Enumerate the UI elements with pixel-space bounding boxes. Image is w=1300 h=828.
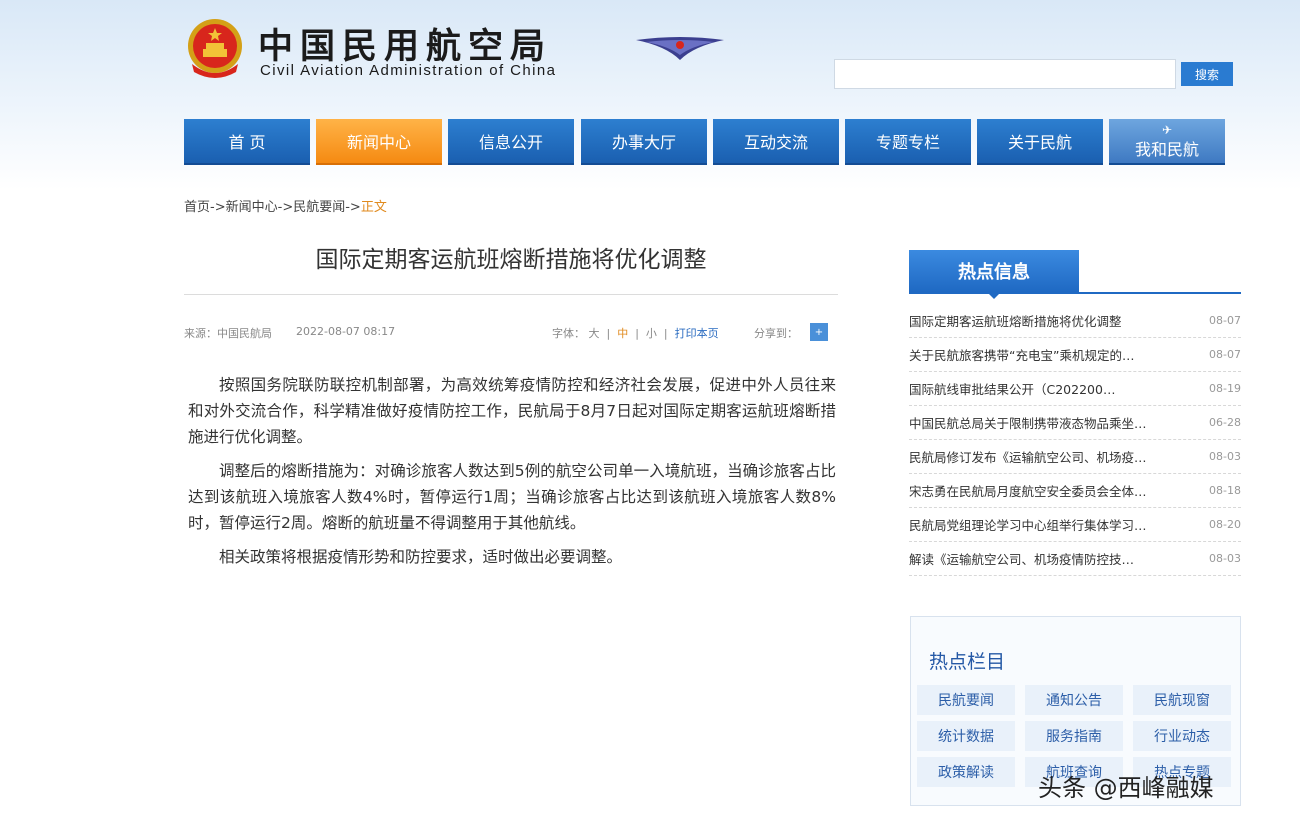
list-item[interactable]: 国际定期客运航班熔断措施将优化调整 08-07	[909, 304, 1241, 338]
hot-item-date: 08-20	[1209, 518, 1241, 531]
article-paragraph: 按照国务院联防联控机制部署，为高效统筹疫情防控和经济社会发展，促进中外人员往来和…	[188, 376, 836, 446]
breadcrumb-current: 正文	[360, 200, 387, 215]
hot-item-title[interactable]: 宋志勇在民航局月度航空安全委员会全体…	[909, 481, 1193, 500]
column-button[interactable]: 行业动态	[1133, 721, 1231, 751]
article-source: 来源：中国民航局	[184, 327, 272, 340]
column-button[interactable]: 服务指南	[1025, 721, 1123, 751]
nav-info-disclosure[interactable]: 信息公开	[448, 119, 574, 165]
nav-news-center[interactable]: 新闻中心	[316, 119, 442, 165]
column-button[interactable]: 民航要闻	[917, 685, 1015, 715]
article-date: 2022-08-07 08:17	[296, 325, 396, 338]
font-medium-button[interactable]: 中	[617, 327, 628, 340]
list-item[interactable]: 宋志勇在民航局月度航空安全委员会全体… 08-18	[909, 474, 1241, 508]
breadcrumb-section[interactable]: 民航要闻	[293, 200, 345, 215]
list-item[interactable]: 国际航线审批结果公开（C202200… 08-19	[909, 372, 1241, 406]
nav-about-caac[interactable]: 关于民航	[977, 119, 1103, 165]
list-item[interactable]: 民航局党组理论学习中心组举行集体学习… 08-20	[909, 508, 1241, 542]
nav-me-and-caac[interactable]: ✈ 我和民航	[1109, 119, 1225, 165]
column-button[interactable]: 民航现窗	[1133, 685, 1231, 715]
article-divider	[184, 294, 838, 295]
share-label: 分享到：	[754, 327, 798, 340]
column-button[interactable]: 政策解读	[917, 757, 1015, 787]
hot-item-date: 08-18	[1209, 484, 1241, 497]
hot-columns-title: 热点栏目	[929, 651, 1006, 673]
column-button[interactable]: 通知公告	[1025, 685, 1123, 715]
breadcrumb: 首页->新闻中心->民航要闻->正文	[184, 196, 387, 215]
hot-info-underline	[909, 292, 1241, 294]
column-button[interactable]: 统计数据	[917, 721, 1015, 751]
list-item[interactable]: 民航局修订发布《运输航空公司、机场疫… 08-03	[909, 440, 1241, 474]
list-item[interactable]: 中国民航总局关于限制携带液态物品乘坐… 06-28	[909, 406, 1241, 440]
hot-item-title[interactable]: 国际定期客运航班熔断措施将优化调整	[909, 311, 1193, 330]
list-item[interactable]: 关于民航旅客携带“充电宝”乘机规定的… 08-07	[909, 338, 1241, 372]
site-header: 中国民用航空局 Civil Aviation Administration of…	[0, 0, 1300, 110]
hot-item-title[interactable]: 民航局修订发布《运输航空公司、机场疫…	[909, 447, 1193, 466]
hot-item-date: 08-19	[1209, 382, 1241, 395]
hot-item-title[interactable]: 民航局党组理论学习中心组举行集体学习…	[909, 515, 1193, 534]
article-paragraph: 相关政策将根据疫情形势和防控要求，适时做出必要调整。	[219, 548, 623, 566]
font-small-button[interactable]: 小	[646, 327, 657, 340]
nav-special-topics[interactable]: 专题专栏	[845, 119, 971, 165]
hot-item-date: 08-07	[1209, 348, 1241, 361]
print-link[interactable]: 打印本页	[675, 327, 719, 340]
national-emblem-icon	[188, 19, 242, 78]
hot-item-date: 08-03	[1209, 450, 1241, 463]
hot-info-list: 国际定期客运航班熔断措施将优化调整 08-07 关于民航旅客携带“充电宝”乘机规定…	[909, 304, 1241, 576]
site-title-en: Civil Aviation Administration of China	[260, 62, 557, 79]
hot-item-date: 06-28	[1209, 416, 1241, 429]
breadcrumb-sep: ->	[210, 200, 226, 215]
hot-item-title[interactable]: 国际航线审批结果公开（C202200…	[909, 379, 1193, 398]
font-size-label: 字体：	[552, 327, 585, 340]
hot-item-title[interactable]: 中国民航总局关于限制携带液态物品乘坐…	[909, 413, 1193, 432]
hot-item-date: 08-03	[1209, 552, 1241, 565]
caac-wing-logo-icon	[636, 37, 724, 60]
article-paragraph: 调整后的熔断措施为：对确诊旅客人数达到5例的航空公司单一入境航班，当确诊旅客占比…	[188, 462, 836, 532]
nav-service-hall[interactable]: 办事大厅	[581, 119, 707, 165]
hot-item-title[interactable]: 关于民航旅客携带“充电宝”乘机规定的…	[909, 345, 1193, 364]
nav-me-and-caac-label: 我和民航	[1134, 140, 1199, 159]
breadcrumb-home[interactable]: 首页	[184, 200, 210, 215]
plane-icon: ✈	[1161, 123, 1173, 137]
nav-interaction[interactable]: 互动交流	[713, 119, 839, 165]
list-item[interactable]: 解读《运输航空公司、机场疫情防控技… 08-03	[909, 542, 1241, 576]
share-icon[interactable]: +	[810, 323, 828, 341]
hot-info-tab[interactable]: 热点信息	[909, 250, 1079, 299]
breadcrumb-news[interactable]: 新闻中心	[226, 200, 278, 215]
article-title: 国际定期客运航班熔断措施将优化调整	[315, 247, 707, 273]
hot-item-title[interactable]: 解读《运输航空公司、机场疫情防控技…	[909, 549, 1193, 568]
nav-home[interactable]: 首 页	[184, 119, 310, 165]
article-body: 按照国务院联防联控机制部署，为高效统筹疫情防控和经济社会发展，促进中外人员往来和…	[188, 372, 836, 578]
article-meta: 来源：中国民航局 2022-08-07 08:17 字体： 大 | 中 | 小 …	[184, 323, 838, 343]
search-input[interactable]	[834, 59, 1176, 89]
watermark-text: 头条 @西峰融媒	[1038, 774, 1214, 802]
search-button[interactable]: 搜索	[1181, 62, 1233, 86]
breadcrumb-sep: ->	[345, 200, 361, 215]
breadcrumb-sep: ->	[277, 200, 294, 215]
hot-item-date: 08-07	[1209, 314, 1241, 327]
font-large-button[interactable]: 大	[589, 327, 600, 340]
font-size-controls: 字体： 大 | 中 | 小 | 打印本页	[552, 327, 719, 340]
